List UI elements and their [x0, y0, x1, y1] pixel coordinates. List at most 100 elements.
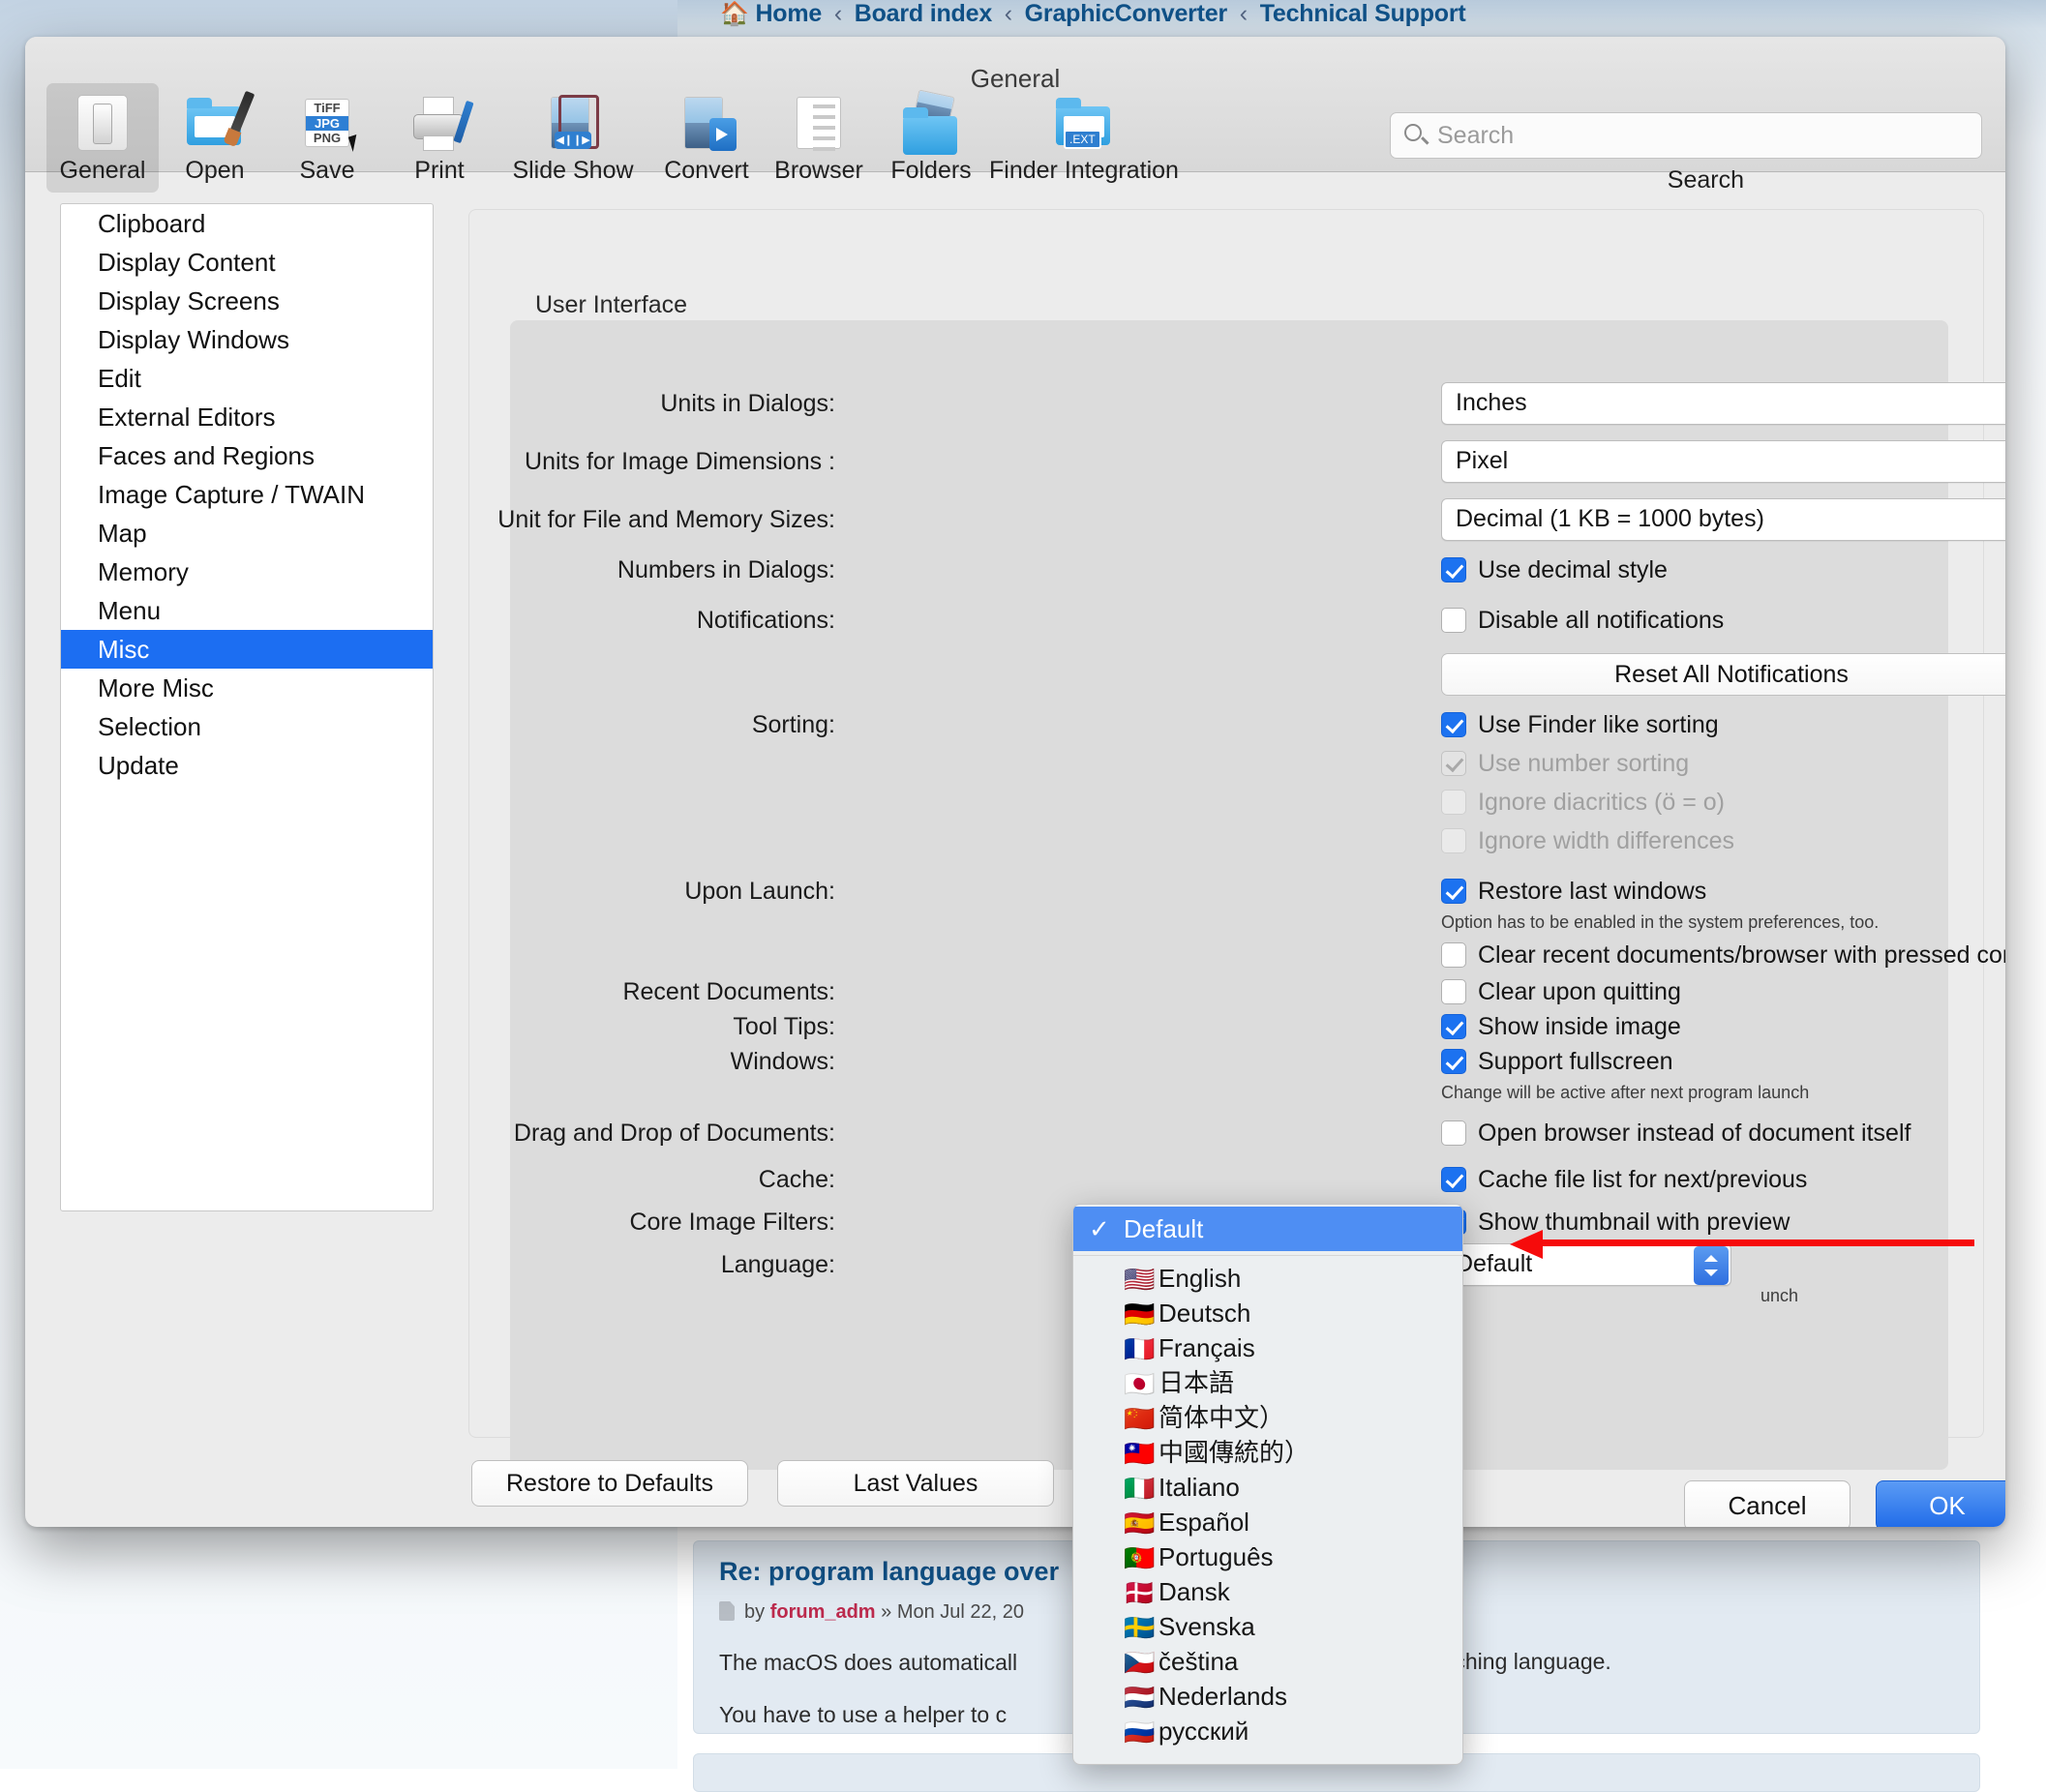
label-drag-and-drop: Drag and Drop of Documents: [514, 1120, 835, 1148]
sidebar-item-image-capture-twain[interactable]: Image Capture / TWAIN [61, 475, 433, 514]
reset-all-notifications-button[interactable]: Reset All Notifications [1441, 653, 2005, 696]
folder-brush-icon [185, 93, 245, 153]
search-input[interactable] [1435, 113, 1973, 158]
post-title[interactable]: Re: program language over [719, 1557, 1059, 1587]
breadcrumb-item-board-index[interactable]: Board index [855, 0, 992, 27]
sidebar-item-display-content[interactable]: Display Content [61, 243, 433, 282]
sidebar-item-memory[interactable]: Memory [61, 553, 433, 591]
language-option-japanese[interactable]: 🇯🇵日本語 [1073, 1365, 1462, 1400]
restore-to-defaults-button[interactable]: Restore to Defaults [471, 1460, 748, 1507]
use-finder-like-sorting-checkbox[interactable] [1441, 712, 1466, 737]
toolbar-item-save[interactable]: TiFF JPG PNG Save [271, 83, 383, 193]
disable-all-notifications-row[interactable]: Disable all notifications [1441, 607, 1724, 635]
show-inside-image-row[interactable]: Show inside image [1441, 1013, 1681, 1041]
language-option-traditional-chinese[interactable]: 🇹🇼中國傳統的） [1073, 1435, 1462, 1470]
support-fullscreen-checkbox[interactable] [1441, 1049, 1466, 1074]
breadcrumb-item-technical-support[interactable]: Technical Support [1260, 0, 1466, 27]
clear-upon-quitting-row[interactable]: Clear upon quitting [1441, 978, 1681, 1006]
language-option-default[interactable]: ✓ Default [1073, 1207, 1462, 1251]
show-inside-image-checkbox[interactable] [1441, 1014, 1466, 1039]
disable-all-notifications-label: Disable all notifications [1478, 607, 1724, 634]
unit-file-memory-sizes-select[interactable]: Decimal (1 KB = 1000 bytes) [1441, 498, 2005, 541]
units-in-dialogs-select[interactable]: Inches [1441, 382, 2005, 425]
toolbar-item-browser[interactable]: Browser [763, 83, 875, 193]
toolbar-item-print[interactable]: Print [383, 83, 496, 193]
sidebar-item-external-editors[interactable]: External Editors [61, 398, 433, 436]
clear-recent-documents-command-label: Clear recent documents/browser with pres… [1478, 941, 2005, 969]
language-option-svenska[interactable]: 🇸🇪Svenska [1073, 1609, 1462, 1644]
toolbar-label-save: Save [300, 157, 355, 185]
support-fullscreen-row[interactable]: Support fullscreen [1441, 1048, 1673, 1076]
language-option-cestina[interactable]: 🇨🇿čeština [1073, 1644, 1462, 1679]
restore-last-windows-row[interactable]: Restore last windows [1441, 878, 1706, 906]
cancel-button[interactable]: Cancel [1684, 1480, 1850, 1527]
toolbar-item-folders[interactable]: Folders [875, 83, 987, 193]
sidebar-item-display-windows[interactable]: Display Windows [61, 320, 433, 359]
sidebar-item-edit[interactable]: Edit [61, 359, 433, 398]
sidebar-item-clipboard[interactable]: Clipboard [61, 204, 433, 243]
sidebar-item-menu[interactable]: Menu [61, 591, 433, 630]
toolbar-item-slide-show[interactable]: ◀❙❙▶ Slide Show [496, 83, 650, 193]
sidebar-item-map[interactable]: Map [61, 514, 433, 553]
preferences-toolbar: General General Open TiFF JPG PNG [25, 37, 2005, 172]
breadcrumb-item-graphicconverter[interactable]: GraphicConverter [1025, 0, 1227, 27]
breadcrumb-item-home[interactable]: Home [755, 0, 822, 27]
printer-icon [409, 93, 469, 153]
chevron-updown-icon[interactable] [1694, 1246, 1729, 1285]
settings-sidebar[interactable]: Clipboard Display Content Display Screen… [60, 203, 434, 1211]
language-option-italiano[interactable]: 🇮🇹Italiano [1073, 1470, 1462, 1505]
open-browser-instead-checkbox[interactable] [1441, 1120, 1466, 1146]
clear-upon-quitting-checkbox[interactable] [1441, 979, 1466, 1004]
sidebar-item-update[interactable]: Update [61, 746, 433, 785]
language-option-simplified-chinese[interactable]: 🇨🇳简体中文） [1073, 1400, 1462, 1435]
language-option-deutsch-label: Deutsch [1158, 1299, 1250, 1328]
language-option-portugues[interactable]: 🇵🇹Português [1073, 1539, 1462, 1574]
disable-all-notifications-checkbox[interactable] [1441, 608, 1466, 633]
language-select[interactable]: Default [1441, 1243, 1731, 1286]
toolbar-item-general[interactable]: General [46, 83, 159, 193]
last-values-button[interactable]: Last Values [777, 1460, 1054, 1507]
post-author[interactable]: forum_adm [770, 1601, 876, 1623]
ignore-diacritics-label: Ignore diacritics (ö = o) [1478, 789, 1725, 816]
ok-button[interactable]: OK [1876, 1480, 2005, 1527]
toolbar-item-finder-integration[interactable]: .EXT Finder Integration [987, 83, 1181, 193]
clear-recent-documents-command-checkbox[interactable] [1441, 942, 1466, 968]
search-box[interactable] [1390, 112, 1982, 159]
restore-last-windows-checkbox[interactable] [1441, 879, 1466, 904]
use-decimal-style-label: Use decimal style [1478, 556, 1668, 583]
switch-icon [73, 93, 133, 153]
cache-file-list-row[interactable]: Cache file list for next/previous [1441, 1166, 1807, 1194]
flag-jp-icon: 🇯🇵 [1124, 1366, 1153, 1401]
language-option-deutsch[interactable]: 🇩🇪Deutsch [1073, 1296, 1462, 1330]
language-option-russian[interactable]: 🇷🇺русский [1073, 1714, 1462, 1748]
use-finder-like-sorting-row[interactable]: Use Finder like sorting [1441, 711, 1719, 739]
show-thumbnail-with-preview-row[interactable]: Show thumbnail with preview [1441, 1209, 1790, 1237]
sidebar-item-selection[interactable]: Selection [61, 707, 433, 746]
sidebar-item-faces-and-regions[interactable]: Faces and Regions [61, 436, 433, 475]
home-icon: 🏠 [720, 1, 749, 27]
use-decimal-style-checkbox[interactable] [1441, 557, 1466, 582]
sidebar-item-display-screens[interactable]: Display Screens [61, 282, 433, 320]
label-upon-launch: Upon Launch: [684, 878, 835, 906]
units-image-dimensions-select[interactable]: Pixel [1441, 440, 2005, 483]
cursor-icon [348, 134, 362, 152]
toolbar-item-open[interactable]: Open [159, 83, 271, 193]
open-browser-instead-row[interactable]: Open browser instead of document itself [1441, 1120, 1911, 1148]
post-paragraph-1-tail: tching language. [1448, 1649, 1611, 1675]
use-decimal-style-checkbox-row[interactable]: Use decimal style [1441, 556, 1668, 584]
language-option-espanol[interactable]: 🇪🇸Español [1073, 1505, 1462, 1539]
flag-fr-icon: 🇫🇷 [1124, 1331, 1153, 1366]
sidebar-item-misc[interactable]: Misc [61, 630, 433, 669]
language-option-francais[interactable]: 🇫🇷Français [1073, 1330, 1462, 1365]
sidebar-item-more-misc[interactable]: More Misc [61, 669, 433, 707]
toolbar-item-convert[interactable]: Convert [650, 83, 763, 193]
language-option-nederlands[interactable]: 🇳🇱Nederlands [1073, 1679, 1462, 1714]
language-dropdown-menu[interactable]: ✓ Default 🇺🇸English 🇩🇪Deutsch 🇫🇷Français… [1072, 1204, 1463, 1765]
clear-recent-documents-command-row[interactable]: Clear recent documents/browser with pres… [1441, 941, 2005, 970]
ignore-width-differences-label: Ignore width differences [1478, 827, 1734, 854]
cache-file-list-checkbox[interactable] [1441, 1167, 1466, 1192]
language-option-english[interactable]: 🇺🇸English [1073, 1261, 1462, 1296]
language-option-russian-label: русский [1158, 1717, 1249, 1746]
ignore-width-differences-checkbox [1441, 828, 1466, 853]
language-option-dansk[interactable]: 🇩🇰Dansk [1073, 1574, 1462, 1609]
